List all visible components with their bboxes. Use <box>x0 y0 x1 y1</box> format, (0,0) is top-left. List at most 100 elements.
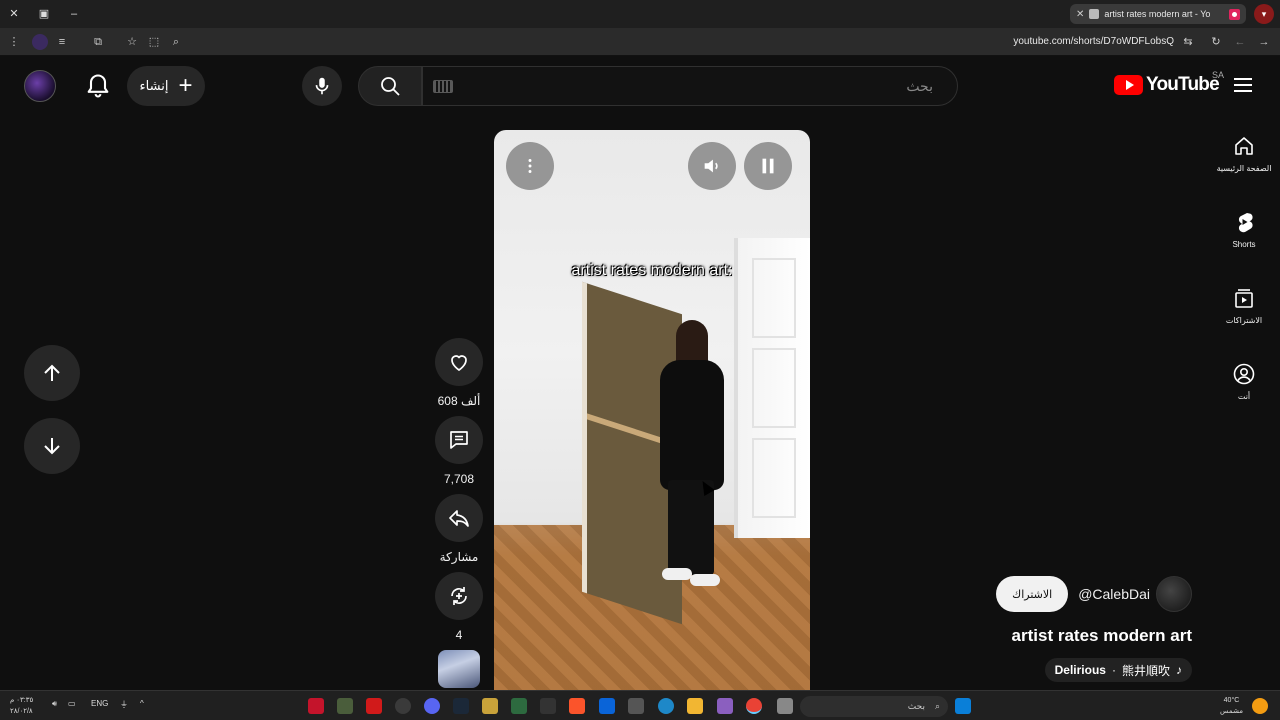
calculator-icon[interactable] <box>628 698 644 714</box>
start-button-icon[interactable] <box>955 698 971 714</box>
mic-tray-icon[interactable]: ⏚ <box>120 699 128 710</box>
weather-widget[interactable]: 40°C مشمس <box>1220 695 1243 717</box>
tab-search-icon[interactable]: ▾ <box>1254 4 1274 24</box>
weather-temp: 40°C <box>1223 697 1240 704</box>
search-box <box>422 66 958 106</box>
volume-button[interactable] <box>688 142 736 190</box>
address-bar: ⋮ ≡ ⧉ ☆ ⬚ ⌕ youtube.com/shorts/D7oWDFLob… <box>0 28 1280 56</box>
network-tray-icon[interactable]: ▭ <box>68 699 76 708</box>
url-text[interactable]: youtube.com/shorts/D7oWDFLobsQ <box>1013 36 1174 47</box>
volume-tray-icon[interactable]: 🔊︎ <box>52 699 57 709</box>
voice-search-button[interactable] <box>302 66 342 106</box>
active-tab[interactable]: ✕ artist rates modern art - Yo <box>1070 4 1246 24</box>
taskbar-search-icon: ⌕ <box>934 701 940 711</box>
taskbar-app-icon[interactable] <box>395 698 411 714</box>
arrow-down-icon <box>44 438 60 455</box>
steam-icon[interactable] <box>453 698 469 714</box>
taskbar-app-icon[interactable] <box>777 698 793 714</box>
taskbar-app-icon[interactable] <box>540 698 556 714</box>
notifications-bell-icon[interactable] <box>84 72 112 100</box>
video-caption: artist rates modern art: <box>571 262 733 279</box>
close-window-icon[interactable]: ✕ <box>6 6 22 22</box>
comment-icon <box>450 431 468 449</box>
search-button[interactable] <box>358 66 422 106</box>
share-label: مشاركة <box>439 550 479 564</box>
comment-action: 7,708 <box>430 416 488 486</box>
taskbar-app-icon[interactable] <box>717 698 733 714</box>
minimize-icon[interactable]: – <box>66 6 82 22</box>
channel-handle[interactable]: @CalebDai <box>1078 586 1150 602</box>
extensions-icon[interactable]: ⧉ <box>90 34 106 50</box>
zoom-icon[interactable]: ⌕ <box>168 34 184 50</box>
site-settings-icon[interactable]: ⇆ <box>1180 34 1196 50</box>
menu-dots-icon[interactable]: ⋮ <box>6 34 22 50</box>
share-action: مشاركة <box>430 494 488 564</box>
keyboard-icon[interactable] <box>433 80 453 93</box>
channel-row: الاشتراك @CalebDai <box>996 576 1150 612</box>
guide-label-subscriptions: الاشتراكات <box>1225 316 1263 325</box>
screenshot-icon[interactable]: ⬚ <box>146 34 162 50</box>
file-explorer-icon[interactable] <box>687 698 703 714</box>
account-avatar[interactable] <box>24 70 56 102</box>
taskbar-app-icon[interactable] <box>337 698 353 714</box>
workspace-icon[interactable]: ▣ <box>36 6 52 22</box>
channel-avatar[interactable] <box>1156 576 1192 612</box>
create-label: إنشاء <box>139 78 169 93</box>
brave-icon[interactable] <box>569 698 585 714</box>
forward-icon[interactable]: → <box>1256 34 1272 50</box>
guide-item-home[interactable]: الصفحة الرئيسية <box>1212 134 1276 173</box>
sound-thumbnail[interactable] <box>438 650 480 688</box>
outlook-icon[interactable] <box>599 698 615 714</box>
taskbar-app-icon[interactable] <box>308 698 324 714</box>
music-artist: Delirious <box>1054 663 1106 677</box>
create-button[interactable]: إنشاء + <box>127 66 205 106</box>
sun-icon <box>1252 698 1268 714</box>
taskbar-search[interactable]: بحث ⌕ <box>800 696 948 717</box>
guide-item-you[interactable]: أنت <box>1212 362 1276 401</box>
guide-item-subscriptions[interactable]: الاشتراكات <box>1212 286 1276 325</box>
edge-icon[interactable] <box>658 698 674 714</box>
show-hidden-icons-icon[interactable]: ^ <box>140 699 144 708</box>
youtube-logo[interactable]: YouTube SA <box>1114 70 1224 96</box>
guide-label-you: أنت <box>1237 392 1251 401</box>
search-icon <box>381 77 400 96</box>
bookmark-star-icon[interactable]: ☆ <box>124 34 140 50</box>
pause-button[interactable] <box>744 142 792 190</box>
remix-button[interactable] <box>435 572 483 620</box>
shorts-icon <box>1238 213 1253 233</box>
chrome-icon[interactable] <box>746 698 762 714</box>
profile-icon[interactable] <box>32 34 48 50</box>
reload-icon[interactable]: ↻ <box>1208 34 1224 50</box>
language-indicator[interactable]: ENG <box>91 699 108 708</box>
previous-short-button[interactable] <box>24 345 80 401</box>
taskbar: ٠٣:٣٥ م ٢٨/٠٢/٨ 🔊︎ ▭ ENG ⏚ ^ بحث ⌕ 40°C … <box>0 690 1280 720</box>
back-icon[interactable]: ← <box>1232 34 1248 50</box>
guide-item-shorts[interactable]: Shorts <box>1212 210 1276 249</box>
pause-icon <box>762 158 774 174</box>
close-tab-icon[interactable]: ✕ <box>1076 9 1084 20</box>
like-action: 608 ألف <box>430 338 488 408</box>
taskbar-app-icon[interactable] <box>511 698 527 714</box>
comments-button[interactable] <box>435 416 483 464</box>
video-person <box>654 320 726 590</box>
search-input[interactable] <box>423 67 957 105</box>
reading-list-icon[interactable]: ≡ <box>54 34 70 50</box>
share-button[interactable] <box>435 494 483 542</box>
clock-date: ٢٨/٠٢/٨ <box>10 708 33 715</box>
taskbar-clock[interactable]: ٠٣:٣٥ م ٢٨/٠٢/٨ <box>10 695 33 717</box>
like-button[interactable] <box>435 338 483 386</box>
taskbar-search-label: بحث <box>907 701 925 711</box>
short-title[interactable]: artist rates modern art <box>1012 626 1192 646</box>
subscribe-button[interactable]: الاشتراك <box>996 576 1069 612</box>
discord-icon[interactable] <box>424 698 440 714</box>
like-count: 608 ألف <box>437 394 481 408</box>
short-video-player[interactable]: artist rates modern art: <box>494 130 810 690</box>
hamburger-menu-icon[interactable] <box>1234 78 1252 92</box>
taskbar-app-icon[interactable] <box>366 698 382 714</box>
music-pill[interactable]: Delirious · 熊井順吹 ♪ <box>1044 658 1192 682</box>
taskbar-app-icon[interactable] <box>482 698 498 714</box>
more-options-button[interactable] <box>506 142 554 190</box>
share-icon <box>449 510 469 527</box>
logo-text: YouTube <box>1146 74 1220 95</box>
next-short-button[interactable] <box>24 418 80 474</box>
